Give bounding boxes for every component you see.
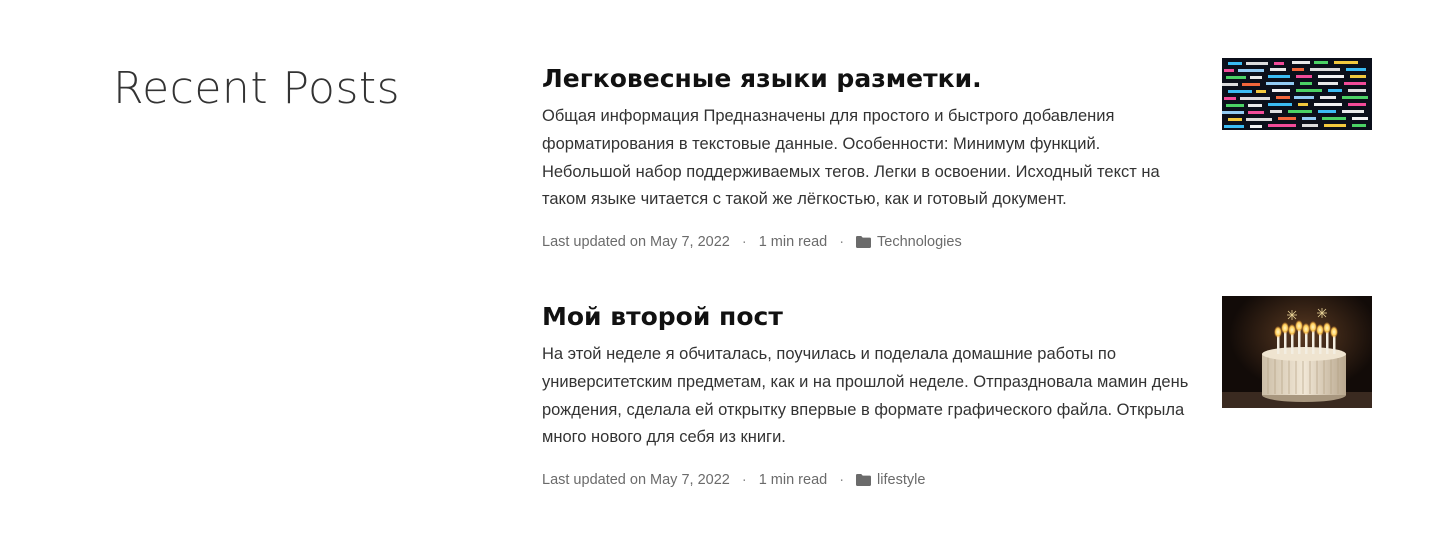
meta-separator: ·: [741, 234, 747, 251]
post-updated-date: Last updated on May 7, 2022: [542, 472, 730, 489]
meta-separator: ·: [839, 472, 845, 489]
post-meta: Last updated on May 7, 2022 · 1 min read…: [542, 470, 1192, 490]
folder-icon: [856, 236, 872, 249]
meta-separator: ·: [741, 472, 747, 489]
post-thumbnail-code-screen[interactable]: [1222, 58, 1372, 130]
meta-separator: ·: [839, 234, 845, 251]
post-summary: На этой неделе я обчиталась, поучилась и…: [542, 345, 1189, 447]
post-body: Мой второй пост На этой неделе я обчитал…: [542, 300, 1192, 490]
post-title[interactable]: Мой второй пост: [542, 300, 1192, 334]
post-thumbnail-birthday-cake[interactable]: [1222, 296, 1372, 408]
post-body: Легковесные языки разметки. Общая информ…: [542, 62, 1192, 252]
post-updated-date: Last updated on May 7, 2022: [542, 234, 730, 251]
post-read-time: 1 min read: [758, 234, 828, 251]
post-summary: Общая информация Предназначены для прост…: [542, 107, 1160, 209]
post-meta: Last updated on May 7, 2022 · 1 min read…: [542, 232, 1192, 252]
folder-icon: [856, 474, 872, 487]
section-title: Recent Posts: [113, 63, 401, 114]
post-card: Мой второй пост На этой неделе я обчитал…: [542, 296, 1372, 490]
post-card: Легковесные языки разметки. Общая информ…: [542, 58, 1372, 252]
post-category-link[interactable]: Technologies: [877, 234, 962, 250]
post-title[interactable]: Легковесные языки разметки.: [542, 62, 1192, 96]
post-read-time: 1 min read: [758, 472, 828, 489]
post-category-link[interactable]: lifestyle: [877, 472, 925, 488]
